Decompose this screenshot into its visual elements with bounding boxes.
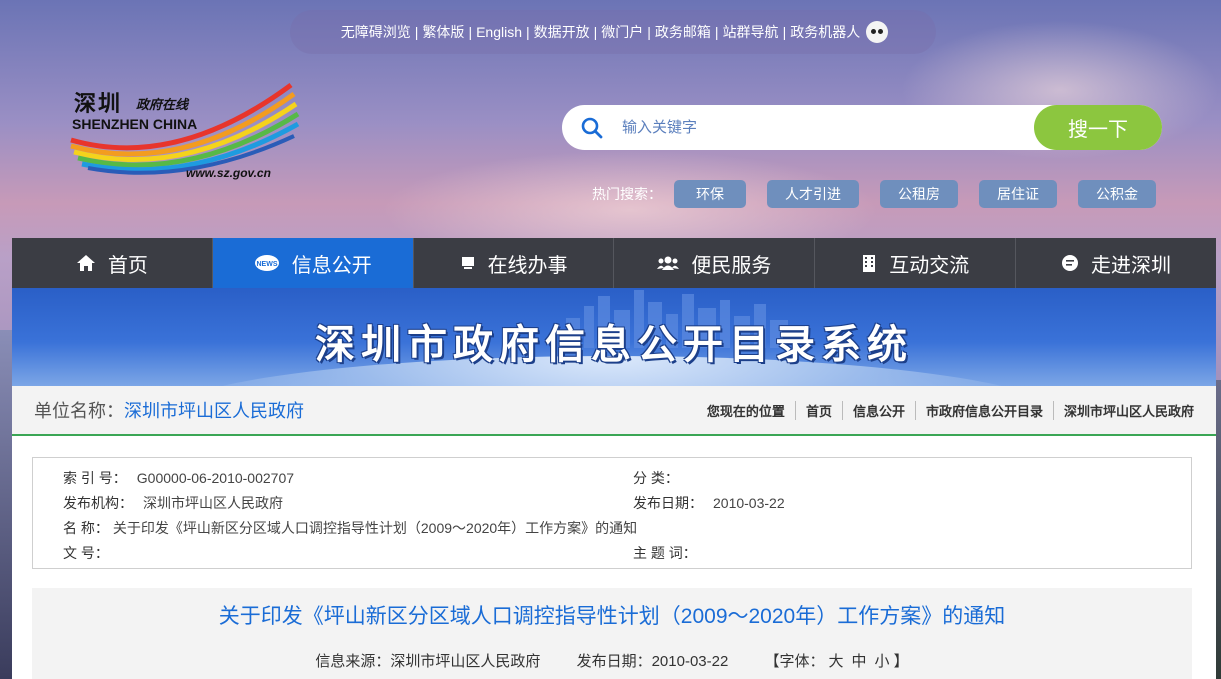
logo-cn-text: 深圳 [74, 91, 123, 117]
font-medium-button[interactable]: 中 [852, 653, 867, 670]
nav-label: 信息公开 [291, 254, 372, 277]
font-small-button[interactable]: 小 [875, 653, 890, 670]
nav-label: 便民服务 [691, 254, 772, 277]
logo-subtitle: 政府在线 [136, 97, 189, 112]
background-decoration [0, 330, 12, 679]
meta-value: 关于印发《坪山新区分区域人口调控指导性计划（2009～2020年）工作方案》的通… [112, 520, 638, 536]
site-logo[interactable]: 深圳 政府在线 SHENZHEN CHINA www.sz.gov.cn [66, 80, 306, 190]
hot-tag[interactable]: 公租房 [880, 180, 958, 208]
utility-bar: 无障碍浏览 | 繁体版 | English | 数据开放 | 微门户 | 政务邮箱 | 站群… [290, 10, 936, 54]
breadcrumb-label: 您现在的位置 [706, 403, 785, 419]
search-button[interactable]: 搜一下 [1034, 105, 1162, 150]
nav-label: 首页 [107, 254, 148, 277]
logo-en-text: SHENZHEN CHINA [72, 116, 198, 132]
search-bar: 搜一下 [562, 105, 1162, 150]
hot-tag[interactable]: 环保 [674, 180, 746, 208]
unit-name: 单位名称：深圳市坪山区人民政府 [34, 397, 304, 423]
document-info: 信息来源：深圳市坪山区人民政府 发布日期：2010-03-22 【字体：大中小】 [32, 650, 1192, 671]
nav-label: 互动交流 [889, 254, 970, 277]
monitor-icon [461, 257, 474, 269]
font-size-close: 】 [893, 653, 909, 670]
nav-public-services[interactable]: 便民服务 [614, 238, 816, 288]
hot-searches: 热门搜索： 环保 人才引进 公租房 居住证 公积金 [592, 180, 1177, 208]
unit-breadcrumb-bar: 单位名称：深圳市坪山区人民政府 您现在的位置 首页 信息公开 市政府信息公开目录… [12, 386, 1216, 436]
meta-key: 文 号： [63, 545, 109, 561]
english-link[interactable]: English [473, 24, 525, 40]
search-input[interactable] [622, 119, 1034, 136]
nav-explore-shenzhen[interactable]: 走进深圳 [1016, 238, 1216, 288]
meta-category: 分 类： [633, 468, 689, 488]
news-icon: NEWS [254, 255, 279, 271]
people-icon [657, 256, 680, 270]
nav-info-disclosure[interactable]: NEWS 信息公开 [212, 238, 414, 288]
nav-interaction[interactable]: 互动交流 [815, 238, 1017, 288]
search-icon[interactable] [562, 117, 622, 139]
document-date: 发布日期：2010-03-22 [576, 653, 729, 670]
meta-doc-number: 文 号： [63, 543, 119, 563]
meta-subject: 主 题 词： [633, 543, 707, 563]
document-header: 关于印发《坪山新区分区域人口调控指导性计划（2009～2020年）工作方案》的通… [32, 588, 1192, 679]
hot-tag[interactable]: 公积金 [1078, 180, 1156, 208]
meta-key: 名 称： [63, 520, 109, 536]
gov-mail-link[interactable]: 政务邮箱 [652, 22, 714, 42]
unit-link[interactable]: 深圳市坪山区人民政府 [124, 401, 304, 421]
meta-key: 索 引 号： [63, 470, 127, 486]
meta-value: 2010-03-22 [713, 495, 785, 511]
hot-tag[interactable]: 人才引进 [767, 180, 859, 208]
main-nav: 首页 NEWS 信息公开 在线办事 便民服务 互动交流 走进深圳 [12, 238, 1216, 288]
background-decoration [1216, 380, 1221, 679]
meta-key: 主 题 词： [633, 545, 697, 561]
content-area: 单位名称：深圳市坪山区人民政府 您现在的位置 首页 信息公开 市政府信息公开目录… [12, 386, 1216, 679]
building-icon [863, 255, 876, 272]
chat-icon [1062, 255, 1079, 271]
document-metadata: 索 引 号： G00000-06-2010-002707 分 类： 发布机构： 深圳… [32, 457, 1192, 569]
breadcrumb: 您现在的位置 首页 信息公开 市政府信息公开目录 深圳市坪山区人民政府 [697, 400, 1194, 420]
home-icon [76, 255, 95, 271]
meta-value: G00000-06-2010-002707 [136, 470, 295, 486]
nav-label: 走进深圳 [1091, 254, 1172, 277]
svg-text:NEWS: NEWS [256, 261, 277, 268]
meta-key: 分 类： [633, 470, 679, 486]
font-size-control: 【字体：大中小】 [765, 653, 909, 670]
robot-icon[interactable] [866, 21, 889, 43]
document-source: 信息来源：深圳市坪山区人民政府 [315, 653, 541, 670]
meta-name: 名 称： 关于印发《坪山新区分区域人口调控指导性计划（2009～2020年）工作方… [63, 518, 637, 538]
gov-robot-link[interactable]: 政务机器人 [787, 22, 863, 42]
hot-searches-label: 热门搜索： [592, 186, 662, 202]
font-size-label: 【字体： [764, 653, 825, 670]
font-large-button[interactable]: 大 [829, 653, 844, 670]
nav-label: 在线办事 [487, 254, 568, 277]
meta-date: 发布日期： 2010-03-22 [633, 493, 785, 513]
meta-value: 深圳市坪山区人民政府 [143, 495, 283, 511]
unit-label: 单位名称： [34, 401, 124, 421]
hot-tag[interactable]: 居住证 [979, 180, 1057, 208]
page-banner: 深圳市政府信息公开目录系统 [12, 288, 1216, 386]
traditional-chinese-link[interactable]: 繁体版 [419, 22, 467, 42]
meta-index: 索 引 号： G00000-06-2010-002707 [63, 468, 294, 488]
logo-url: www.sz.gov.cn [186, 166, 271, 180]
breadcrumb-info-disclosure[interactable]: 信息公开 [841, 400, 915, 420]
breadcrumb-unit[interactable]: 深圳市坪山区人民政府 [1052, 400, 1194, 420]
site-navigation-link[interactable]: 站群导航 [720, 22, 782, 42]
breadcrumb-catalog[interactable]: 市政府信息公开目录 [914, 400, 1053, 420]
meta-key: 发布日期： [633, 495, 703, 511]
micro-portal-link[interactable]: 微门户 [598, 22, 646, 42]
banner-title: 深圳市政府信息公开目录系统 [315, 321, 913, 368]
breadcrumb-home[interactable]: 首页 [794, 400, 842, 420]
document-title: 关于印发《坪山新区分区域人口调控指导性计划（2009～2020年）工作方案》的通… [218, 605, 1006, 628]
nav-online-services[interactable]: 在线办事 [414, 238, 615, 288]
open-data-link[interactable]: 数据开放 [531, 22, 593, 42]
nav-home[interactable]: 首页 [12, 238, 213, 288]
accessibility-link[interactable]: 无障碍浏览 [338, 22, 414, 42]
meta-publisher: 发布机构： 深圳市坪山区人民政府 [63, 493, 283, 513]
meta-key: 发布机构： [63, 495, 133, 511]
